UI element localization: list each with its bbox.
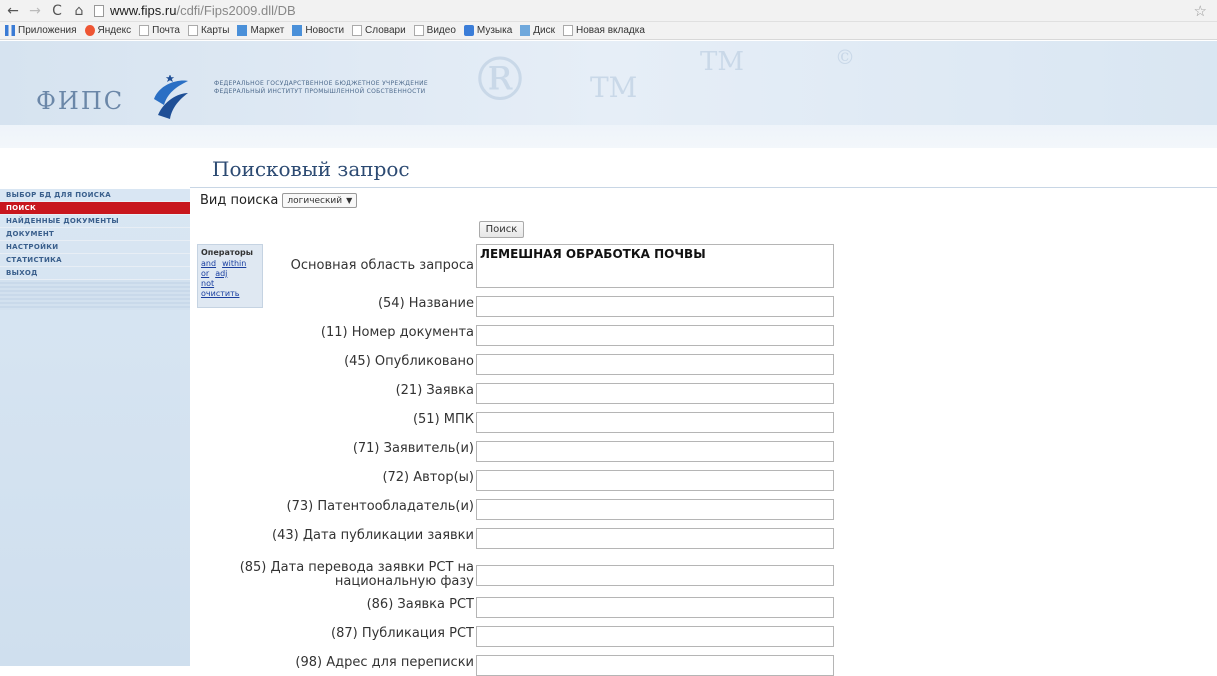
bookmark-disk[interactable]: Диск (520, 25, 555, 36)
field-row: (73) Патентообладатель(и) (190, 499, 840, 520)
org-name-line-2: ФЕДЕРАЛЬНЫЙ ИНСТИТУТ ПРОМЫШЛЕННОЙ СОБСТВ… (214, 88, 426, 95)
field-label-pct-application: (86) Заявка PCT (366, 597, 474, 612)
field-row: (21) Заявка (190, 383, 840, 404)
page-icon (413, 25, 424, 36)
field-row: (72) Автор(ы) (190, 470, 840, 491)
field-input-pct-application[interactable] (476, 597, 834, 618)
reload-icon[interactable]: C (48, 2, 66, 20)
field-label-ipc: (51) МПК (412, 412, 474, 427)
field-label-correspondence: (98) Адрес для переписки (295, 655, 474, 670)
site-logo[interactable]: ФИПС (36, 87, 124, 115)
field-input-application[interactable] (476, 383, 834, 404)
home-icon[interactable]: ⌂ (70, 2, 88, 20)
bookmark-music[interactable]: Музыка (463, 25, 512, 36)
field-label-title: (54) Название (377, 296, 474, 311)
field-input-doc-number[interactable] (476, 325, 834, 346)
bookmarks-bar: Приложения Яндекс Почта Карты Маркет Нов… (0, 22, 1217, 40)
search-kind-select[interactable]: логический ▼ (282, 193, 358, 208)
menu-decoration (0, 280, 190, 310)
bookmark-mail[interactable]: Почта (139, 25, 180, 36)
field-input-applicant[interactable] (476, 441, 834, 462)
field-row: (54) Название (190, 296, 840, 317)
disk-icon (520, 25, 531, 36)
field-row: (45) Опубликовано (190, 354, 840, 375)
apps-icon (5, 25, 15, 36)
field-row: (86) Заявка PCT (190, 597, 840, 618)
market-icon (237, 25, 248, 36)
main-query-label: Основная область запроса (290, 258, 474, 273)
fips-emblem-icon (154, 75, 188, 119)
left-menu: ВЫБОР БД ДЛЯ ПОИСКА ПОИСК НАЙДЕННЫЕ ДОКУ… (0, 189, 190, 666)
menu-item-settings[interactable]: НАСТРОЙКИ (0, 241, 190, 254)
bookmark-apps[interactable]: Приложения (5, 25, 77, 36)
field-label-patent-holder: (73) Патентообладатель(и) (286, 499, 475, 514)
field-label-app-pub-date: (43) Дата публикации заявки (272, 528, 474, 543)
field-input-app-pub-date[interactable] (476, 528, 834, 549)
field-label-published: (45) Опубликовано (344, 354, 474, 369)
field-input-patent-holder[interactable] (476, 499, 834, 520)
search-kind-label: Вид поиска (200, 193, 279, 208)
search-kind: Вид поиска логический ▼ (200, 193, 358, 208)
menu-item-document[interactable]: ДОКУМЕНТ (0, 228, 190, 241)
field-label-applicant: (71) Заявитель(и) (352, 441, 474, 456)
bookmark-market[interactable]: Маркет (237, 25, 284, 36)
main-query-input[interactable]: ЛЕМЕШНАЯ ОБРАБОТКА ПОЧВЫ (476, 244, 834, 288)
address-bar: ← → C ⌂ www.fips.ru /cdfi/Fips2009.dll/D… (0, 0, 1217, 22)
yandex-icon (84, 25, 95, 36)
url-field[interactable]: www.fips.ru /cdfi/Fips2009.dll/DB (94, 2, 296, 20)
field-label-application: (21) Заявка (395, 383, 474, 398)
bookmark-video[interactable]: Видео (413, 25, 456, 36)
url-host: www.fips.ru (110, 3, 177, 18)
menu-item-search[interactable]: ПОИСК (0, 202, 190, 215)
news-icon (292, 25, 303, 36)
field-label-author: (72) Автор(ы) (382, 470, 474, 485)
forward-icon[interactable]: → (26, 2, 44, 20)
url-path: /cdfi/Fips2009.dll/DB (176, 3, 296, 18)
bookmark-star-icon[interactable]: ☆ (1194, 2, 1207, 20)
page-icon (563, 25, 573, 36)
field-row: (85) Дата перевода заявки PCT на национа… (190, 561, 840, 589)
field-row: (51) МПК (190, 412, 840, 433)
trademark-watermark: TM (590, 71, 638, 104)
bookmark-new-tab[interactable]: Новая вкладка (563, 25, 645, 36)
field-row: (71) Заявитель(и) (190, 441, 840, 462)
org-name-line-1: ФЕДЕРАЛЬНОЕ ГОСУДАРСТВЕННОЕ БЮДЖЕТНОЕ УЧ… (214, 80, 429, 87)
field-input-author[interactable] (476, 470, 834, 491)
field-input-pct-publication[interactable] (476, 626, 834, 647)
title-divider (190, 187, 1217, 188)
page-icon (187, 25, 198, 36)
bookmark-maps[interactable]: Карты (187, 25, 229, 36)
music-icon (463, 25, 474, 36)
site-header: ® TM TM © ФИПС ФЕДЕРАЛЬНОЕ ГОСУДАРСТВЕНН… (0, 41, 1217, 148)
field-row: (11) Номер документа (190, 325, 840, 346)
field-input-ipc[interactable] (476, 412, 834, 433)
bookmark-dictionaries[interactable]: Словари (352, 25, 406, 36)
back-icon[interactable]: ← (4, 2, 22, 20)
page-icon (352, 25, 363, 36)
bookmark-yandex[interactable]: Яндекс (84, 25, 131, 36)
field-input-published[interactable] (476, 354, 834, 375)
field-row: (43) Дата публикации заявки (190, 528, 840, 549)
page-icon (94, 4, 104, 17)
page-icon (139, 25, 150, 36)
field-label-pct-national-phase: (85) Дата перевода заявки PCT на национа… (239, 560, 474, 589)
field-input-title[interactable] (476, 296, 834, 317)
field-row: (87) Публикация PCT (190, 626, 840, 647)
menu-item-exit[interactable]: ВЫХОД (0, 267, 190, 280)
main-query-row: Основная область запроса ЛЕМЕШНАЯ ОБРАБО… (190, 244, 840, 288)
search-button[interactable]: Поиск (479, 221, 524, 238)
page-title: Поисковый запрос (212, 157, 410, 181)
menu-item-found-documents[interactable]: НАЙДЕННЫЕ ДОКУМЕНТЫ (0, 215, 190, 228)
field-label-pct-publication: (87) Публикация PCT (331, 626, 474, 641)
field-label-doc-number: (11) Номер документа (320, 325, 474, 340)
registered-watermark: ® (470, 45, 530, 115)
dropdown-arrow-icon: ▼ (346, 196, 353, 205)
copyright-watermark: © (835, 45, 855, 69)
menu-item-select-db[interactable]: ВЫБОР БД ДЛЯ ПОИСКА (0, 189, 190, 202)
trademark-watermark: TM (700, 47, 744, 77)
menu-item-statistics[interactable]: СТАТИСТИКА (0, 254, 190, 267)
bookmark-news[interactable]: Новости (292, 25, 344, 36)
field-input-pct-national-phase[interactable] (476, 565, 834, 586)
